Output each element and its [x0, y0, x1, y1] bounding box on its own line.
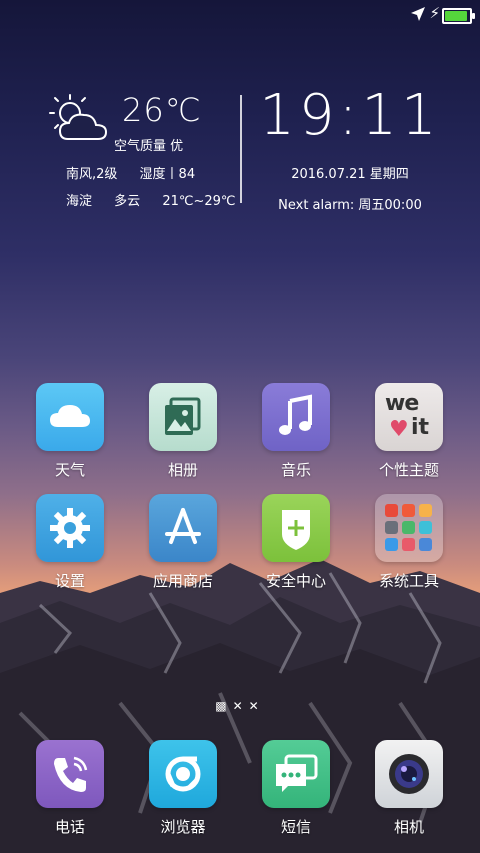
folder-system-tools[interactable]: 系统工具: [359, 494, 459, 591]
app-settings[interactable]: 设置: [20, 494, 120, 591]
location: 海淀: [66, 194, 93, 209]
weather-location-range: 海淀 多云 21℃~29℃: [40, 190, 236, 209]
clock-widget[interactable]: 19:11 2016.07.21 星期四 Next alarm: 周五00:00: [250, 83, 450, 214]
we-text: we: [385, 391, 419, 416]
app-label: 浏览器: [160, 818, 206, 836]
status-bar: ⚡: [0, 0, 480, 28]
app-store-icon: [149, 494, 217, 562]
dock-browser[interactable]: 浏览器: [133, 740, 233, 837]
app-music[interactable]: 音乐: [246, 383, 346, 480]
weather-wind-humidity: 南风,2级 湿度丨84: [40, 163, 195, 182]
page-dot[interactable]: ✕: [249, 699, 265, 713]
navigation-arrow-icon: [411, 7, 425, 21]
app-gallery[interactable]: 相册: [133, 383, 233, 480]
dock-phone[interactable]: 电话: [20, 740, 120, 837]
clock-time: 19:11: [259, 83, 441, 148]
next-alarm: Next alarm: 周五00:00: [278, 198, 422, 213]
phone-icon: [36, 740, 104, 808]
app-store[interactable]: 应用商店: [133, 494, 233, 591]
themes-we-it-icon: we ♥ it: [375, 383, 443, 451]
temperature: 26℃: [122, 91, 202, 129]
security-shield-icon: [262, 494, 330, 562]
app-label: 个性主题: [378, 461, 439, 479]
condition: 多云: [114, 194, 141, 209]
music-note-icon: [262, 383, 330, 451]
dock-messages[interactable]: 短信: [246, 740, 346, 837]
app-label: 短信: [280, 818, 311, 836]
air-quality: 空气质量 优: [114, 139, 184, 154]
app-themes[interactable]: we ♥ it 个性主题: [359, 383, 459, 480]
app-label: 相册: [167, 461, 198, 479]
app-label: 应用商店: [152, 572, 213, 590]
app-label: 系统工具: [378, 572, 439, 590]
folder-system-tools-icon: [375, 494, 443, 562]
camera-icon: [375, 740, 443, 808]
it-text: it: [411, 415, 430, 440]
charging-bolt-icon: ⚡: [429, 4, 440, 22]
app-label: 设置: [54, 572, 85, 590]
battery-fill: [445, 11, 467, 21]
wind: 南风,2级: [66, 167, 118, 182]
partly-cloudy-icon: [49, 94, 108, 140]
humidity: 湿度丨84: [139, 167, 196, 182]
page-indicator[interactable]: ▩✕✕: [0, 699, 480, 713]
dock-camera[interactable]: 相机: [359, 740, 459, 837]
gallery-photo-icon: [149, 383, 217, 451]
weather-cloud-icon: [36, 383, 104, 451]
temperature-range: 21℃~29℃: [162, 194, 236, 209]
app-label: 安全中心: [265, 572, 326, 590]
app-label: 相机: [393, 818, 424, 836]
app-security[interactable]: 安全中心: [246, 494, 346, 591]
messages-icon: [262, 740, 330, 808]
page-dot-active[interactable]: ▩: [215, 699, 232, 713]
app-label: 音乐: [280, 461, 311, 479]
clock-date: 2016.07.21 星期四: [291, 167, 409, 182]
app-label: 电话: [54, 818, 85, 836]
page-dot[interactable]: ✕: [233, 699, 249, 713]
heart-icon: ♥: [389, 417, 409, 442]
app-label: 天气: [54, 461, 85, 479]
browser-icon: [149, 740, 217, 808]
widget-divider: [240, 95, 242, 203]
app-weather[interactable]: 天气: [20, 383, 120, 480]
settings-gear-icon: [36, 494, 104, 562]
battery-icon: [442, 8, 475, 24]
